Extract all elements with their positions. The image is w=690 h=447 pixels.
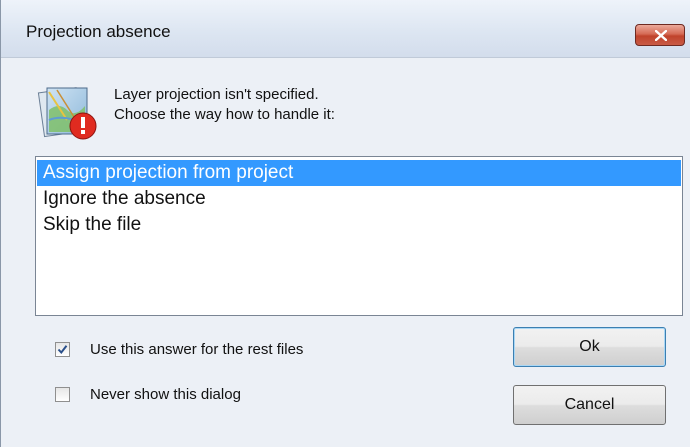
close-icon [655, 30, 667, 41]
title-bar[interactable]: Projection absence [1, 0, 690, 58]
list-item-assign-projection[interactable]: Assign projection from project [37, 160, 681, 186]
never-show-checkbox[interactable] [55, 387, 70, 402]
never-show-label[interactable]: Never show this dialog [90, 386, 241, 403]
cancel-button[interactable]: Cancel [513, 385, 666, 425]
layer-warning-icon [37, 80, 101, 144]
handling-options-listbox[interactable]: Assign projection from project Ignore th… [35, 156, 683, 316]
close-button[interactable] [635, 24, 685, 46]
window-title: Projection absence [26, 22, 171, 41]
use-answer-label[interactable]: Use this answer for the rest files [90, 341, 303, 358]
projection-absence-dialog: Projection absence Layer projection isn'… [0, 0, 690, 447]
list-item-ignore-absence[interactable]: Ignore the absence [37, 186, 681, 212]
message-line-2: Choose the way how to handle it: [114, 106, 335, 123]
list-item-skip-file[interactable]: Skip the file [37, 212, 681, 238]
use-answer-checkbox[interactable] [55, 342, 70, 357]
ok-button[interactable]: Ok [513, 327, 666, 367]
checkmark-icon [57, 345, 68, 355]
message-line-1: Layer projection isn't specified. [114, 86, 319, 103]
